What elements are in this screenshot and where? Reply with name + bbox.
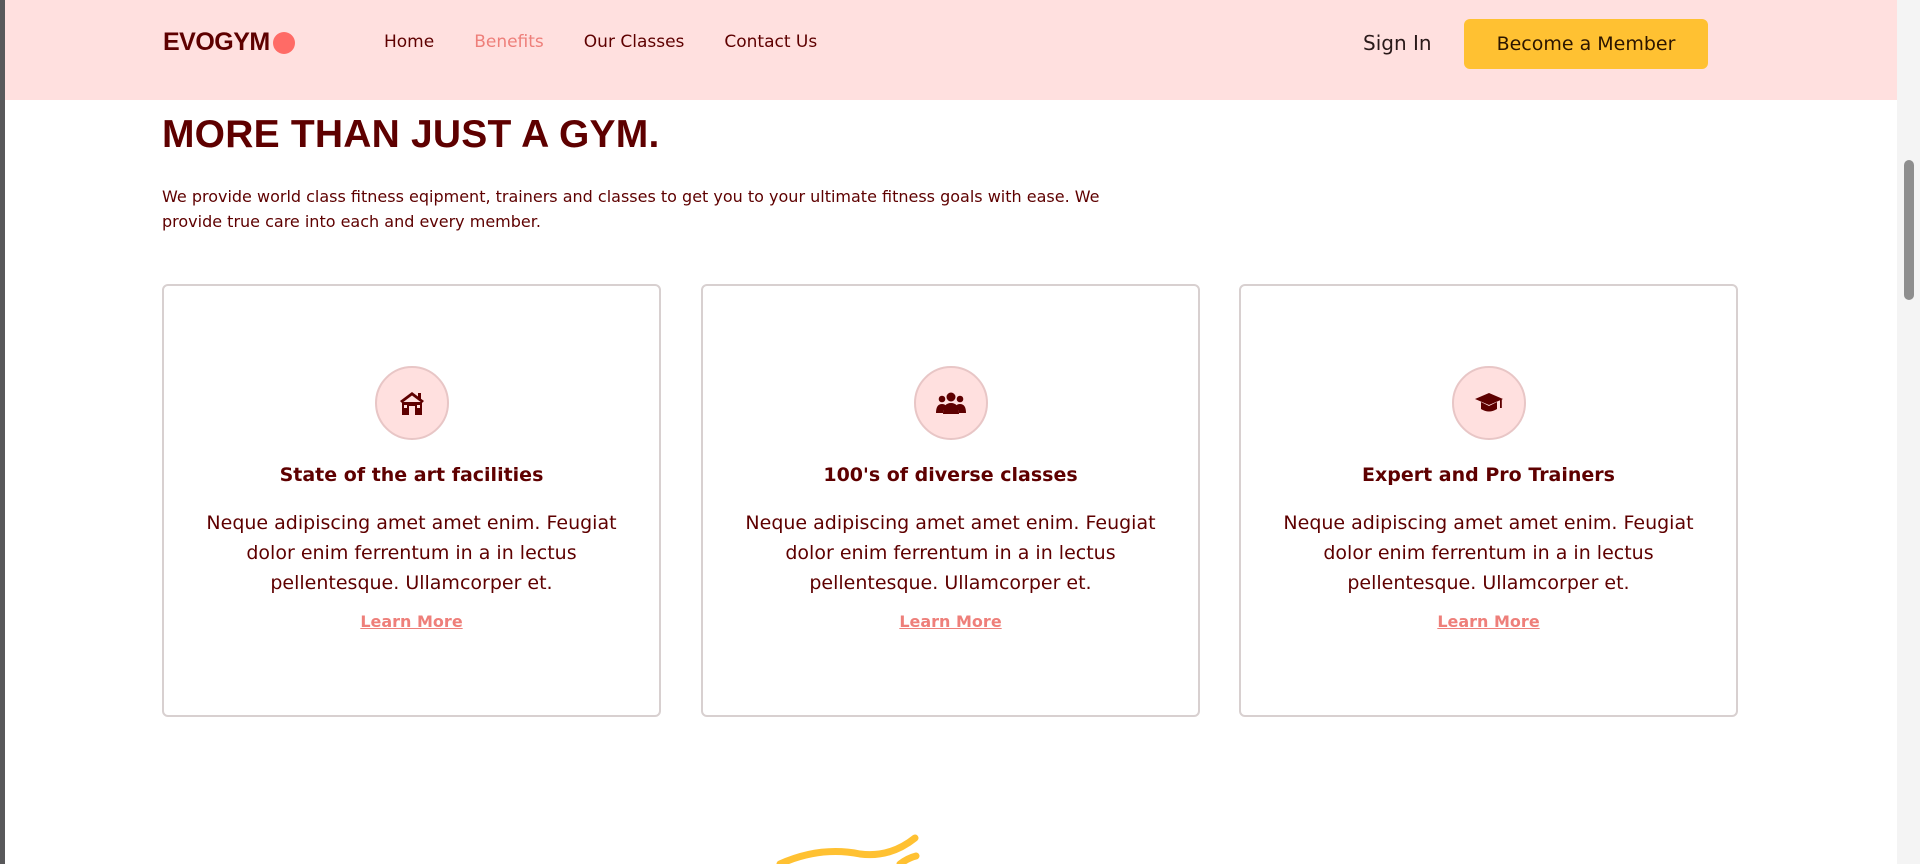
brand-logo[interactable]: EVOGYM (163, 28, 295, 57)
learn-more-link[interactable]: Learn More (703, 612, 1198, 631)
learn-more-link[interactable]: Learn More (1241, 612, 1736, 631)
nav-link-contact-us[interactable]: Contact Us (724, 32, 817, 52)
nav-link-our-classes[interactable]: Our Classes (584, 32, 685, 52)
benefits-headline: MORE THAN JUST A GYM. (162, 113, 660, 156)
benefit-card-title: Expert and Pro Trainers (1362, 464, 1615, 486)
benefits-intro: We provide world class fitness eqipment,… (162, 187, 1100, 231)
nav-links: Home Benefits Our Classes Contact Us (384, 32, 857, 52)
nav-link-home[interactable]: Home (384, 32, 434, 52)
decorative-squiggle (776, 834, 920, 864)
benefit-card: State of the art facilities Neque adipis… (162, 284, 661, 717)
learn-more-link[interactable]: Learn More (164, 612, 659, 631)
benefit-card: 100's of diverse classes Neque adipiscin… (701, 284, 1200, 717)
benefit-card-text: Neque adipiscing amet amet enim. Feugiat… (745, 512, 1156, 594)
logo-dot-icon (272, 31, 295, 54)
vertical-scrollbar[interactable] (1897, 0, 1920, 864)
benefit-card-text: Neque adipiscing amet amet enim. Feugiat… (206, 512, 617, 594)
become-member-button[interactable]: Become a Member (1464, 19, 1708, 69)
user-group-icon (913, 366, 988, 440)
navbar: EVOGYM Home Benefits Our Classes Contact… (5, 0, 1897, 100)
nav-link-benefits[interactable]: Benefits (474, 32, 544, 52)
brand-name: EVOGYM (163, 28, 270, 56)
window-left-border (0, 0, 5, 864)
benefit-card-title: State of the art facilities (279, 464, 544, 486)
home-icon (374, 366, 449, 440)
sign-in-link[interactable]: Sign In (1363, 31, 1432, 55)
benefit-card-text: Neque adipiscing amet amet enim. Feugiat… (1283, 512, 1694, 594)
graduation-cap-icon (1451, 366, 1526, 440)
benefit-card-title: 100's of diverse classes (823, 464, 1078, 486)
benefit-card: Expert and Pro Trainers Neque adipiscing… (1239, 284, 1738, 717)
scrollbar-thumb[interactable] (1904, 160, 1914, 300)
